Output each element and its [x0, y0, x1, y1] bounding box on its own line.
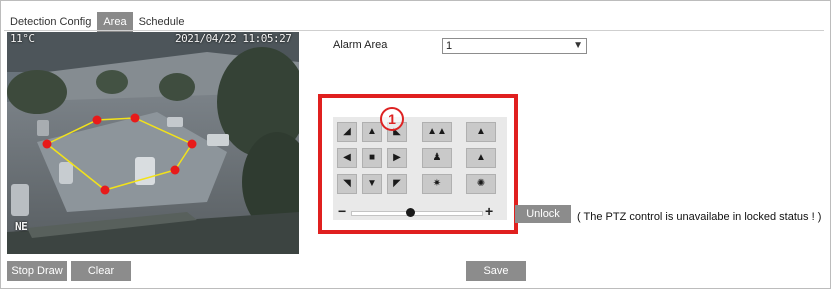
down-right-arrow-icon[interactable]: ◤	[387, 174, 407, 194]
stop-icon[interactable]: ■	[362, 148, 382, 168]
tab-detection-config[interactable]: Detection Config	[4, 12, 97, 32]
ptz-locked-note: ( The PTZ control is unavailabe in locke…	[577, 211, 822, 223]
zoom-in-icon[interactable]: +	[485, 203, 493, 219]
tab-area[interactable]: Area	[97, 12, 133, 32]
slider-handle[interactable]	[405, 208, 415, 217]
right-arrow-icon[interactable]: ▶	[387, 148, 407, 168]
up-left-arrow-icon[interactable]: ◢	[337, 122, 357, 142]
save-button[interactable]: Save	[466, 261, 526, 281]
alarm-area-select[interactable]: 1 ▼	[442, 38, 587, 54]
focus-far-icon[interactable]: ✺	[466, 174, 496, 194]
person-icon[interactable]: ♟	[422, 148, 452, 168]
alarm-area-label: Alarm Area	[333, 39, 388, 51]
left-arrow-icon[interactable]: ◀	[337, 148, 357, 168]
video-preview[interactable]: 11°C 2021/04/22 11:05:27 NE	[7, 32, 299, 254]
down-arrow-icon[interactable]: ▼	[362, 174, 382, 194]
tree-icon[interactable]: ▲	[466, 122, 496, 142]
chevron-down-icon: ▼	[573, 40, 583, 51]
mountain-icon[interactable]: ▲	[466, 148, 496, 168]
stop-draw-button[interactable]: Stop Draw	[7, 261, 67, 281]
temperature-overlay: 11°C	[10, 32, 35, 45]
callout-number-marker: 1	[380, 107, 404, 131]
up-arrow-icon[interactable]: ▲	[362, 122, 382, 142]
focus-near-icon[interactable]: ✷	[422, 174, 452, 194]
timestamp-overlay: 2021/04/22 11:05:27	[175, 32, 292, 45]
tab-schedule[interactable]: Schedule	[133, 12, 191, 32]
ptz-speed-slider[interactable]	[351, 211, 483, 216]
wide-scene-icon[interactable]: ▲▲	[422, 122, 452, 142]
tab-divider	[4, 30, 824, 31]
alarm-area-value: 1	[446, 40, 453, 52]
compass-overlay: NE	[15, 220, 28, 233]
unlock-button[interactable]: Unlock	[515, 205, 571, 223]
tab-bar: Detection Config Area Schedule	[4, 12, 191, 32]
zoom-out-icon[interactable]: −	[338, 203, 346, 219]
down-left-arrow-icon[interactable]: ◥	[337, 174, 357, 194]
clear-button[interactable]: Clear	[71, 261, 131, 281]
camera-scene	[7, 32, 299, 254]
